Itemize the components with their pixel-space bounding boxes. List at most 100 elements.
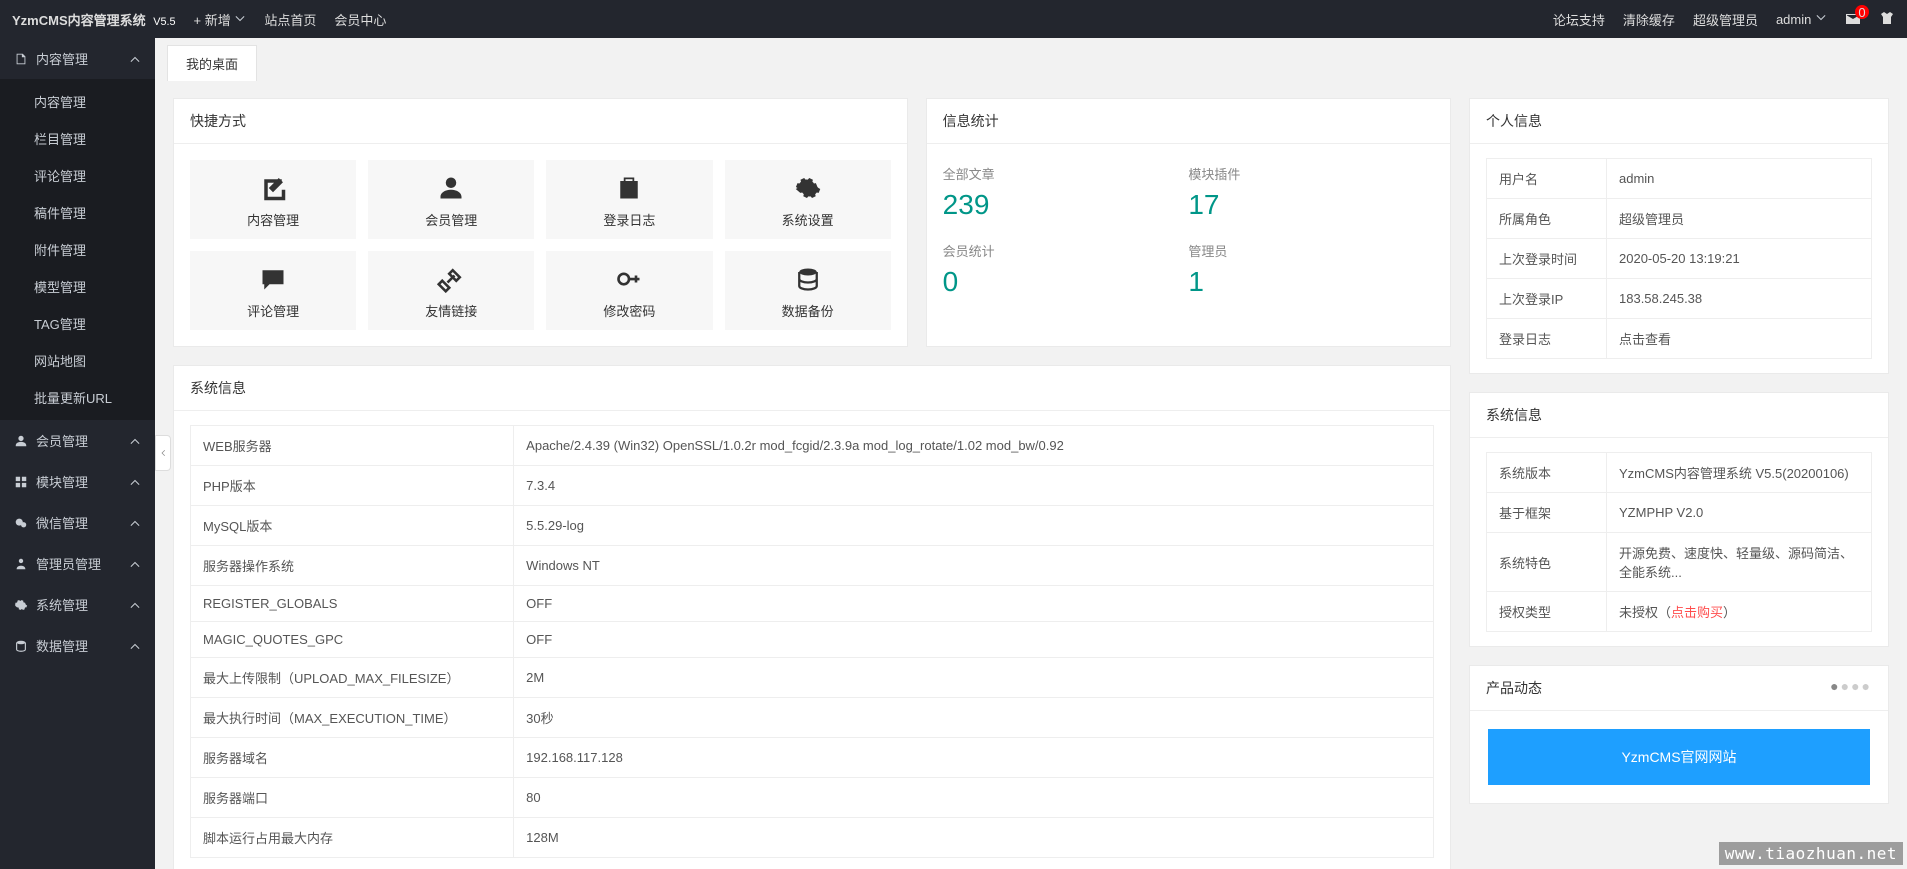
- member-center-link[interactable]: 会员中心: [334, 10, 386, 29]
- stat-item: 全部文章 239: [943, 154, 1189, 231]
- sidebar-section-label: 微信管理: [36, 513, 88, 532]
- shortcut-item[interactable]: 评论管理: [190, 251, 356, 330]
- table-row: WEB服务器Apache/2.4.39 (Win32) OpenSSL/1.0.…: [191, 426, 1434, 466]
- table-row: 系统版本YzmCMS内容管理系统 V5.5(20200106): [1487, 453, 1872, 493]
- info-key: 服务器操作系统: [191, 546, 514, 586]
- section-icon: [14, 639, 28, 653]
- sidebar: 内容管理内容管理栏目管理评论管理稿件管理附件管理模型管理TAG管理网站地图批量更…: [0, 38, 155, 869]
- chevron-down-icon: [1815, 12, 1827, 24]
- tab-desktop[interactable]: 我的桌面: [167, 45, 257, 81]
- table-row: MySQL版本5.5.29-log: [191, 506, 1434, 546]
- chevron-up-icon: [129, 558, 141, 570]
- sysinfo-table: WEB服务器Apache/2.4.39 (Win32) OpenSSL/1.0.…: [190, 425, 1434, 858]
- info-key: 上次登录IP: [1487, 279, 1607, 319]
- shortcuts-card: 快捷方式 内容管理会员管理登录日志系统设置评论管理友情链接修改密码数据备份: [173, 98, 908, 347]
- comment-icon: [259, 265, 287, 293]
- sidebar-section[interactable]: 数据管理: [0, 625, 155, 666]
- add-new-menu[interactable]: + 新增: [194, 10, 247, 29]
- user-icon: [437, 174, 465, 202]
- stat-label: 模块插件: [1188, 164, 1434, 183]
- sysmeta-title: 系统信息: [1470, 393, 1888, 438]
- sidebar-section[interactable]: 管理员管理: [0, 543, 155, 584]
- info-key: WEB服务器: [191, 426, 514, 466]
- sidebar-section[interactable]: 会员管理: [0, 420, 155, 461]
- shortcut-item[interactable]: 会员管理: [368, 160, 534, 239]
- clear-cache-link[interactable]: 清除缓存: [1623, 10, 1675, 29]
- stat-label: 会员统计: [943, 241, 1189, 260]
- table-row: 服务器端口80: [191, 778, 1434, 818]
- sidebar-item[interactable]: 稿件管理: [0, 194, 155, 231]
- sidebar-item[interactable]: 批量更新URL: [0, 379, 155, 416]
- shortcut-label: 数据备份: [782, 301, 834, 320]
- info-key: MySQL版本: [191, 506, 514, 546]
- shortcut-item[interactable]: 友情链接: [368, 251, 534, 330]
- info-value: 2M: [514, 658, 1434, 698]
- sidebar-item[interactable]: 网站地图: [0, 342, 155, 379]
- shortcut-item[interactable]: 内容管理: [190, 160, 356, 239]
- info-value: Windows NT: [514, 546, 1434, 586]
- sidebar-section[interactable]: 内容管理: [0, 38, 155, 79]
- sidebar-section[interactable]: 模块管理: [0, 461, 155, 502]
- stat-value: 0: [943, 266, 1189, 298]
- info-value: 未授权（点击购买）: [1607, 592, 1872, 632]
- sidebar-section-label: 管理员管理: [36, 554, 101, 573]
- shortcut-label: 登录日志: [603, 210, 655, 229]
- user-menu[interactable]: admin: [1776, 12, 1827, 27]
- shortcut-item[interactable]: 系统设置: [725, 160, 891, 239]
- sidebar-item[interactable]: 评论管理: [0, 157, 155, 194]
- sysmeta-card: 系统信息 系统版本YzmCMS内容管理系统 V5.5(20200106)基于框架…: [1469, 392, 1889, 647]
- sidebar-section[interactable]: 系统管理: [0, 584, 155, 625]
- table-row: 登录日志点击查看: [1487, 319, 1872, 359]
- info-value: 点击查看: [1607, 319, 1872, 359]
- sysmeta-table: 系统版本YzmCMS内容管理系统 V5.5(20200106)基于框架YZMPH…: [1486, 452, 1872, 632]
- info-value: 开源免费、速度快、轻量级、源码简洁、全能系统...: [1607, 533, 1872, 592]
- view-log-link[interactable]: 点击查看: [1619, 332, 1671, 347]
- news-title: 产品动态 ●●●●: [1470, 666, 1888, 711]
- info-value: 超级管理员: [1607, 199, 1872, 239]
- shortcut-label: 会员管理: [425, 210, 477, 229]
- shortcut-item[interactable]: 数据备份: [725, 251, 891, 330]
- clipboard-icon: [615, 174, 643, 202]
- info-value: Apache/2.4.39 (Win32) OpenSSL/1.0.2r mod…: [514, 426, 1434, 466]
- sidebar-section[interactable]: 微信管理: [0, 502, 155, 543]
- shortcut-item[interactable]: 修改密码: [546, 251, 712, 330]
- watermark: www.tiaozhuan.net: [1719, 842, 1903, 865]
- info-key: 基于框架: [1487, 493, 1607, 533]
- stats-title: 信息统计: [927, 99, 1450, 144]
- info-value: 5.5.29-log: [514, 506, 1434, 546]
- shortcut-label: 评论管理: [247, 301, 299, 320]
- official-site-link[interactable]: YzmCMS官网网站: [1488, 729, 1870, 785]
- buy-license-link[interactable]: 点击购买: [1671, 605, 1723, 620]
- shortcut-label: 内容管理: [247, 210, 299, 229]
- sidebar-collapse-handle[interactable]: [155, 435, 171, 471]
- forum-support-link[interactable]: 论坛支持: [1553, 10, 1605, 29]
- info-key: MAGIC_QUOTES_GPC: [191, 622, 514, 658]
- stat-label: 全部文章: [943, 164, 1189, 183]
- info-value: YzmCMS内容管理系统 V5.5(20200106): [1607, 453, 1872, 493]
- carousel-dots[interactable]: ●●●●: [1830, 678, 1872, 694]
- stat-item: 会员统计 0: [943, 231, 1189, 308]
- chevron-left-icon: [159, 447, 167, 459]
- site-home-link[interactable]: 站点首页: [264, 10, 316, 29]
- info-value: admin: [1607, 159, 1872, 199]
- sidebar-item[interactable]: 附件管理: [0, 231, 155, 268]
- stat-value: 239: [943, 189, 1189, 221]
- sidebar-section-label: 内容管理: [36, 49, 88, 68]
- sidebar-item[interactable]: 模型管理: [0, 268, 155, 305]
- info-key: 登录日志: [1487, 319, 1607, 359]
- gear-icon: [794, 174, 822, 202]
- theme-button[interactable]: [1879, 10, 1895, 29]
- info-key: 授权类型: [1487, 592, 1607, 632]
- info-value: 128M: [514, 818, 1434, 858]
- tab-bar: 我的桌面: [155, 38, 1907, 80]
- sidebar-item[interactable]: TAG管理: [0, 305, 155, 342]
- personal-card: 个人信息 用户名admin所属角色超级管理员上次登录时间2020-05-20 1…: [1469, 98, 1889, 374]
- table-row: 上次登录IP183.58.245.38: [1487, 279, 1872, 319]
- mail-button[interactable]: 0: [1845, 11, 1861, 27]
- database-icon: [794, 265, 822, 293]
- personal-table: 用户名admin所属角色超级管理员上次登录时间2020-05-20 13:19:…: [1486, 158, 1872, 359]
- shortcut-item[interactable]: 登录日志: [546, 160, 712, 239]
- sidebar-item[interactable]: 内容管理: [0, 83, 155, 120]
- sidebar-item[interactable]: 栏目管理: [0, 120, 155, 157]
- sidebar-section-label: 模块管理: [36, 472, 88, 491]
